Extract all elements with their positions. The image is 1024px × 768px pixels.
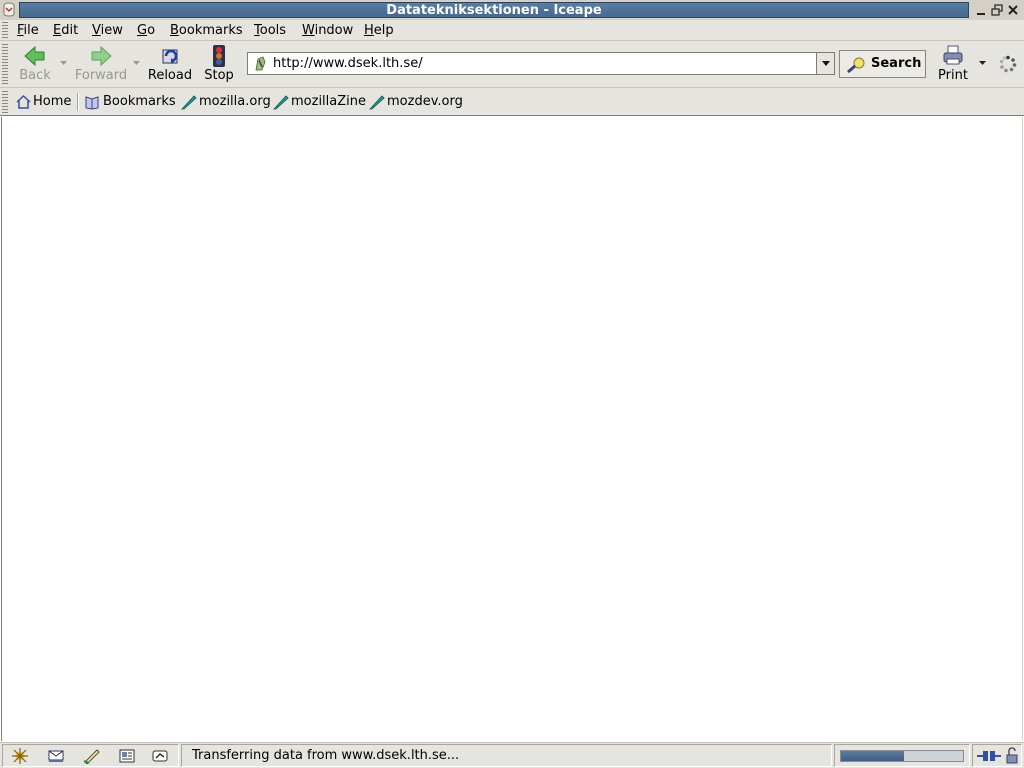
mail-icon[interactable] — [47, 748, 65, 764]
bookmark-item-icon — [369, 95, 385, 110]
personal-toolbar-grip[interactable] — [2, 91, 8, 113]
window-title-strip: Datatekniksektionen - Iceape — [19, 2, 969, 18]
menu-view[interactable]: View — [92, 22, 123, 39]
progress-bar — [840, 750, 964, 762]
menubar-grip[interactable] — [2, 22, 8, 39]
maximize-icon[interactable] — [990, 3, 1004, 17]
status-text: Transferring data from www.dsek.lth.se..… — [192, 748, 460, 763]
window-titlebar[interactable]: Datatekniksektionen - Iceape — [0, 0, 1024, 20]
forward-label: Forward — [74, 68, 128, 83]
chevron-down-icon — [822, 61, 830, 66]
close-icon[interactable] — [1006, 3, 1020, 17]
forward-arrow-icon — [91, 45, 112, 67]
menu-help[interactable]: Help — [364, 22, 394, 39]
reload-icon — [162, 49, 178, 64]
stop-label: Stop — [204, 68, 234, 83]
status-bar: Transferring data from www.dsek.lth.se..… — [0, 742, 1024, 768]
back-label: Back — [19, 68, 51, 83]
reload-label: Reload — [147, 68, 193, 83]
back-arrow-icon — [24, 45, 45, 67]
reload-button[interactable]: Reload — [146, 43, 194, 85]
personal-toolbar: Home Bookmarks mozilla.org mozillaZine m… — [0, 88, 1024, 116]
throbber-icon[interactable] — [999, 55, 1017, 73]
security-padlock-icon[interactable] — [1005, 747, 1019, 764]
home-button[interactable]: Home — [16, 93, 72, 111]
menu-edit[interactable]: Edit — [53, 22, 78, 39]
progress-bar-fill — [841, 751, 904, 761]
forward-button[interactable]: Forward — [72, 43, 130, 85]
navigator-icon[interactable] — [11, 748, 29, 764]
bookmark-link-mozdev-org[interactable]: mozdev.org — [369, 93, 463, 111]
bookmark-link-label: mozdev.org — [387, 94, 463, 109]
print-label: Print — [938, 68, 968, 83]
forward-dropdown-icon[interactable] — [132, 60, 141, 66]
status-text-panel: Transferring data from www.dsek.lth.se..… — [181, 744, 832, 767]
chatzilla-icon[interactable] — [151, 748, 169, 764]
back-button[interactable]: Back — [12, 43, 58, 85]
printer-icon — [943, 45, 963, 65]
url-input[interactable] — [273, 54, 818, 73]
menu-go[interactable]: Go — [137, 22, 155, 39]
addressbook-icon[interactable] — [118, 748, 136, 764]
print-button[interactable]: Print — [934, 43, 972, 85]
home-icon — [16, 94, 31, 109]
progress-panel — [834, 744, 970, 767]
bookmarks-button[interactable]: Bookmarks — [84, 93, 176, 111]
window-menu-icon[interactable] — [2, 2, 16, 17]
page-proxy-icon[interactable] — [253, 56, 268, 71]
bookmark-link-mozilla-org[interactable]: mozilla.org — [181, 93, 271, 111]
toolbar-separator — [77, 93, 79, 111]
menu-file[interactable]: File — [17, 22, 39, 39]
search-button[interactable]: Search — [839, 50, 926, 78]
page-content-area[interactable] — [1, 117, 1023, 741]
bookmarks-book-icon — [85, 96, 99, 110]
online-status-panel — [972, 744, 1022, 767]
home-label: Home — [33, 94, 72, 109]
bookmark-link-label: mozillaZine — [291, 94, 366, 109]
back-dropdown-icon[interactable] — [59, 60, 68, 66]
url-bar[interactable] — [247, 52, 835, 75]
search-label: Search — [871, 56, 922, 71]
composer-icon[interactable] — [83, 748, 101, 764]
stop-button[interactable]: Stop — [200, 43, 238, 85]
online-plug-icon[interactable] — [977, 749, 1001, 763]
menu-window[interactable]: Window — [302, 22, 353, 39]
navbar-grip[interactable] — [2, 44, 8, 84]
bookmark-item-icon — [181, 95, 197, 110]
component-bar — [2, 744, 179, 767]
bookmark-item-icon — [273, 95, 289, 110]
minimize-icon[interactable] — [974, 3, 988, 17]
bookmarks-label: Bookmarks — [103, 94, 176, 109]
print-dropdown-icon[interactable] — [978, 60, 987, 66]
bookmark-link-label: mozilla.org — [199, 94, 271, 109]
window-title: Datatekniksektionen - Iceape — [386, 3, 602, 18]
navigation-toolbar: Back Forward Reload Stop http://www.dsek… — [0, 41, 1024, 88]
search-magnifier-icon — [847, 57, 865, 74]
url-history-dropdown[interactable] — [816, 53, 834, 74]
menu-tools[interactable]: Tools — [254, 22, 286, 39]
bookmark-link-mozillazine[interactable]: mozillaZine — [273, 93, 366, 111]
menu-bookmarks[interactable]: Bookmarks — [170, 22, 243, 39]
stop-traffic-light-icon — [213, 45, 225, 67]
menubar: File Edit View Go Bookmarks Tools Window… — [0, 20, 1024, 41]
